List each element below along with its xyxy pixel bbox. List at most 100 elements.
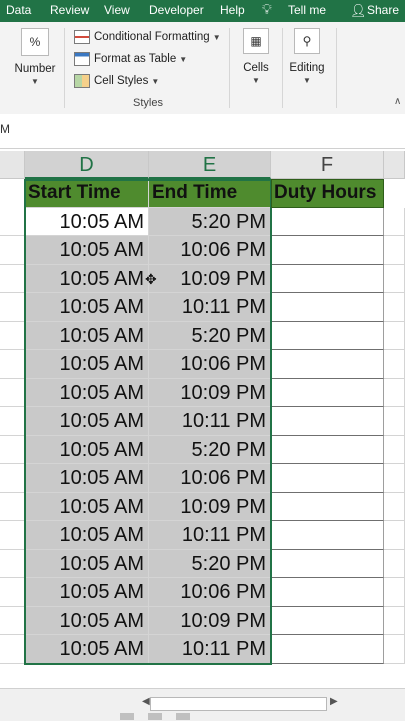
cell-end-time[interactable]: 10:06 PM xyxy=(149,350,271,379)
editing-button[interactable]: ⚲ Editing ▼ xyxy=(286,28,328,85)
cell-start-time[interactable]: 10:05 AM xyxy=(25,407,149,436)
cell-end-time[interactable]: 5:20 PM xyxy=(149,435,271,464)
cell-start-time[interactable]: 10:05 AM xyxy=(25,236,149,265)
cell-start-time[interactable]: 10:05 AM xyxy=(25,492,149,521)
row-header[interactable] xyxy=(0,321,25,350)
cells-button[interactable]: ▦ Cells ▼ xyxy=(238,28,274,85)
cell-start-time[interactable]: 10:05 AM xyxy=(25,549,149,578)
row-header[interactable] xyxy=(0,521,25,550)
cell-start-time[interactable]: 10:05 AM xyxy=(25,321,149,350)
cell-duty-hours[interactable] xyxy=(271,293,384,322)
share-button[interactable]: Share xyxy=(367,3,399,17)
cell-duty-hours[interactable] xyxy=(271,264,384,293)
cell-start-time[interactable]: 10:05 AM xyxy=(25,207,149,236)
cell-column-g[interactable] xyxy=(384,321,405,350)
column-header-g[interactable] xyxy=(384,151,405,179)
cell-column-g[interactable] xyxy=(384,521,405,550)
tab-data[interactable]: Data xyxy=(6,3,31,17)
cell-end-time[interactable]: 10:09 PM xyxy=(149,378,271,407)
format-as-table-button[interactable]: Format as Table ▼ xyxy=(74,52,187,66)
cell-duty-hours[interactable] xyxy=(271,207,384,236)
collapse-ribbon-icon[interactable]: ∧ xyxy=(394,96,401,107)
row-header[interactable] xyxy=(0,464,25,493)
cell-end-time[interactable]: 5:20 PM xyxy=(149,549,271,578)
cell-duty-hours[interactable] xyxy=(271,321,384,350)
cell-column-g[interactable] xyxy=(384,236,405,265)
cell-header-duty-hours[interactable]: Duty Hours xyxy=(271,179,384,208)
column-header-f[interactable]: F xyxy=(271,151,384,179)
cell-duty-hours[interactable] xyxy=(271,549,384,578)
row-header[interactable] xyxy=(0,207,25,236)
tell-me-search[interactable]: Tell me xyxy=(288,3,326,17)
cell-header-end-time[interactable]: End Time xyxy=(149,179,271,208)
column-header-d[interactable]: D xyxy=(25,151,149,179)
cell-end-time[interactable]: 10:09 PM xyxy=(149,492,271,521)
normal-view-icon[interactable] xyxy=(120,713,134,720)
cell-column-g[interactable] xyxy=(384,578,405,607)
cell-end-time[interactable]: 10:09 PM xyxy=(149,606,271,635)
cell-start-time[interactable]: 10:05 AM xyxy=(25,578,149,607)
column-header-e[interactable]: E xyxy=(149,151,271,179)
row-header[interactable] xyxy=(0,435,25,464)
cell-column-g[interactable] xyxy=(384,207,405,236)
cell-end-time[interactable]: 5:20 PM xyxy=(149,207,271,236)
cell-start-time[interactable]: 10:05 AM xyxy=(25,521,149,550)
cell-start-time[interactable]: 10:05 AM xyxy=(25,264,149,293)
row-header[interactable] xyxy=(0,549,25,578)
cell-column-g[interactable] xyxy=(384,464,405,493)
cell-start-time[interactable]: 10:05 AM xyxy=(25,350,149,379)
cell-column-g[interactable] xyxy=(384,549,405,578)
page-layout-icon[interactable] xyxy=(148,713,162,720)
cell-start-time[interactable]: 10:05 AM xyxy=(25,378,149,407)
cell-duty-hours[interactable] xyxy=(271,606,384,635)
row-header[interactable] xyxy=(0,378,25,407)
conditional-formatting-button[interactable]: Conditional Formatting ▼ xyxy=(74,30,221,44)
cell-end-time[interactable]: 10:06 PM xyxy=(149,578,271,607)
cell-column-g[interactable] xyxy=(384,264,405,293)
tab-help[interactable]: Help xyxy=(220,3,245,17)
tab-review[interactable]: Review xyxy=(50,3,89,17)
cell-styles-button[interactable]: Cell Styles ▼ xyxy=(74,74,159,88)
cell-duty-hours[interactable] xyxy=(271,464,384,493)
cell-header-start-time[interactable]: Start Time xyxy=(25,179,149,208)
row-header[interactable] xyxy=(0,407,25,436)
tab-view[interactable]: View xyxy=(104,3,130,17)
row-header[interactable] xyxy=(0,492,25,521)
cell-duty-hours[interactable] xyxy=(271,435,384,464)
cell-start-time[interactable]: 10:05 AM xyxy=(25,606,149,635)
cell-column-g[interactable] xyxy=(384,606,405,635)
cell-end-time[interactable]: 10:11 PM xyxy=(149,293,271,322)
cell-duty-hours[interactable] xyxy=(271,407,384,436)
cell-duty-hours[interactable] xyxy=(271,236,384,265)
cell-end-time[interactable]: 10:11 PM xyxy=(149,635,271,664)
cell-start-time[interactable]: 10:05 AM xyxy=(25,635,149,664)
name-box[interactable]: M xyxy=(0,122,10,136)
cell-end-time[interactable]: 10:11 PM xyxy=(149,407,271,436)
scroll-thumb[interactable] xyxy=(150,697,327,711)
page-break-icon[interactable] xyxy=(176,713,190,720)
cell-column-g[interactable] xyxy=(384,378,405,407)
cell-column-g[interactable] xyxy=(384,293,405,322)
cell-column-g[interactable] xyxy=(384,492,405,521)
cell-column-g[interactable] xyxy=(384,435,405,464)
tab-developer[interactable]: Developer xyxy=(149,3,204,17)
row-header[interactable] xyxy=(0,635,25,664)
row-header[interactable] xyxy=(0,264,25,293)
cell-end-time[interactable]: 10:06 PM xyxy=(149,464,271,493)
row-header[interactable] xyxy=(0,578,25,607)
row-header[interactable] xyxy=(0,606,25,635)
row-header[interactable] xyxy=(0,236,25,265)
cell-start-time[interactable]: 10:05 AM xyxy=(25,464,149,493)
cell-end-time[interactable]: 10:09 PM xyxy=(149,264,271,293)
cell-column-g[interactable] xyxy=(384,350,405,379)
cell-column-g[interactable] xyxy=(384,635,405,664)
cell-end-time[interactable]: 10:11 PM xyxy=(149,521,271,550)
cell-duty-hours[interactable] xyxy=(271,578,384,607)
number-format-button[interactable]: % Number ▼ xyxy=(12,28,58,86)
cell-column-g[interactable] xyxy=(384,407,405,436)
cell-duty-hours[interactable] xyxy=(271,492,384,521)
cell-duty-hours[interactable] xyxy=(271,350,384,379)
cell-end-time[interactable]: 5:20 PM xyxy=(149,321,271,350)
row-header[interactable] xyxy=(0,293,25,322)
scroll-right-icon[interactable]: ▶ xyxy=(330,696,338,707)
